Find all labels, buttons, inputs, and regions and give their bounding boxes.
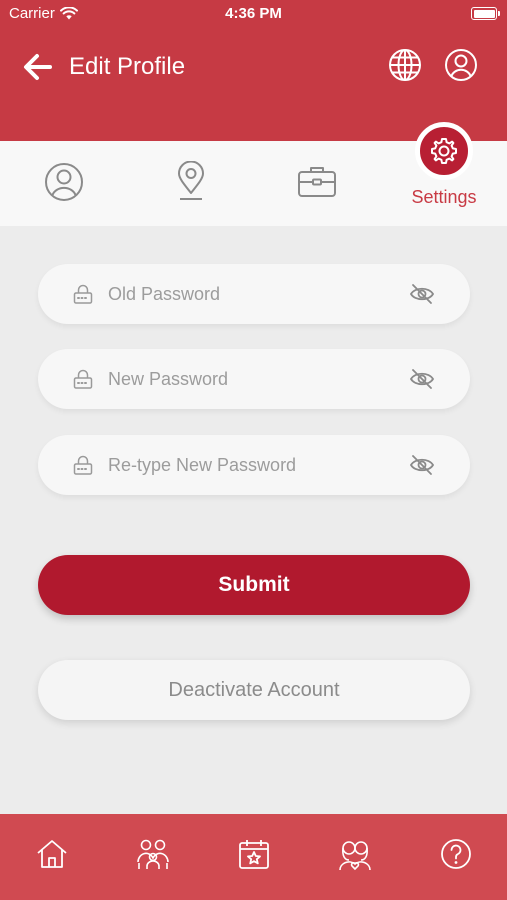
bottom-navigation	[0, 814, 507, 900]
app-header: Carrier 4:36 PM Edit Profile	[0, 0, 507, 141]
eye-off-icon[interactable]	[409, 453, 435, 477]
calendar-star-icon	[239, 840, 269, 869]
settings-tab-badge	[415, 122, 473, 180]
tab-location[interactable]	[170, 160, 212, 203]
lock-icon	[73, 369, 93, 389]
profile-icon	[45, 163, 83, 201]
family-icon	[137, 839, 169, 869]
status-bar: Carrier 4:36 PM	[0, 0, 507, 28]
eye-off-icon[interactable]	[409, 367, 435, 391]
location-pin-icon	[178, 160, 204, 200]
deactivate-account-button[interactable]: Deactivate Account	[38, 660, 470, 720]
nav-matches[interactable]	[337, 836, 373, 872]
briefcase-icon	[298, 167, 336, 197]
nav-events[interactable]	[236, 836, 272, 872]
globe-icon	[389, 49, 421, 81]
couple-icon	[339, 841, 371, 871]
status-time: 4:36 PM	[225, 5, 282, 22]
submit-button[interactable]: Submit	[38, 555, 470, 615]
old-password-field	[38, 264, 470, 324]
gear-icon	[431, 138, 457, 164]
account-button[interactable]	[444, 48, 478, 82]
new-password-input[interactable]	[108, 359, 398, 399]
lock-icon	[73, 284, 93, 304]
battery-icon	[471, 7, 500, 20]
back-arrow-icon	[24, 54, 52, 80]
old-password-input[interactable]	[108, 274, 398, 314]
retype-password-field	[38, 435, 470, 495]
user-circle-icon	[445, 49, 477, 81]
tab-settings[interactable]: Settings	[408, 122, 480, 222]
help-icon	[441, 839, 471, 869]
nav-family[interactable]	[135, 836, 171, 872]
settings-tab-label: Settings	[411, 187, 477, 207]
page-title: Edit Profile	[69, 53, 186, 80]
back-button[interactable]	[22, 53, 54, 81]
tab-work[interactable]	[296, 161, 338, 203]
nav-help[interactable]	[438, 836, 474, 872]
tab-profile[interactable]	[43, 161, 85, 203]
lock-icon	[73, 455, 93, 475]
eye-off-icon[interactable]	[409, 282, 435, 306]
new-password-field	[38, 349, 470, 409]
home-icon	[37, 840, 67, 868]
retype-password-input[interactable]	[108, 445, 398, 485]
language-button[interactable]	[388, 48, 422, 82]
nav-home[interactable]	[34, 836, 70, 872]
profile-tab-bar: Settings	[0, 122, 507, 226]
